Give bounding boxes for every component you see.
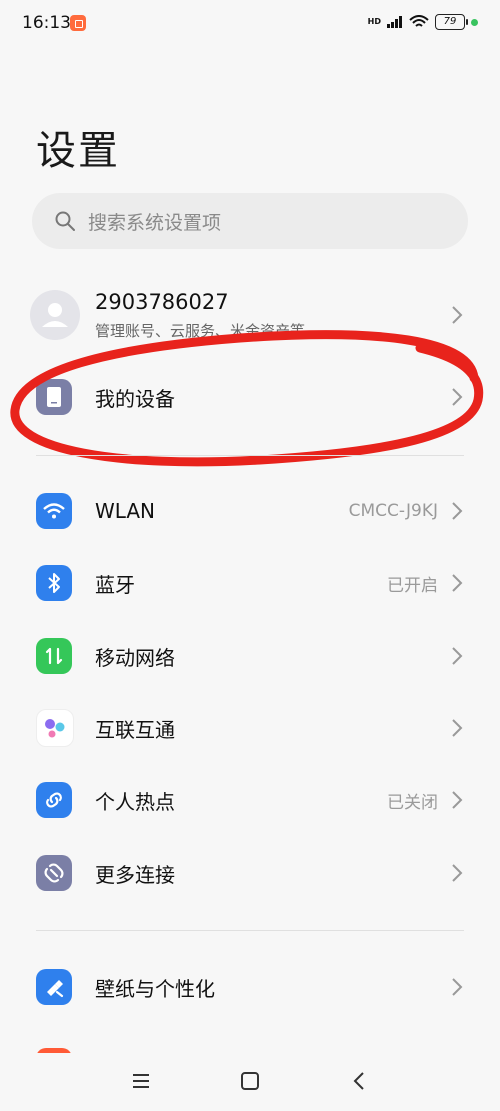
status-bar: 16:13 HD 79 [0,0,500,48]
menu-icon [133,1074,149,1088]
bluetooth-row[interactable]: 蓝牙 已开启 [0,547,500,619]
chevron-right-icon [452,647,463,665]
avatar[interactable] [30,290,80,340]
mobile-network-row[interactable]: 移动网络 [0,620,500,692]
chevron-right-icon [452,791,463,809]
wallpaper-label: 壁纸与个性化 [95,976,215,1001]
interconnect-icon [36,709,74,747]
bluetooth-label: 蓝牙 [95,572,135,597]
account-subtitle: 管理账号、云服务、米金资产等 [95,322,306,340]
hd-badge: HD [367,17,381,26]
section-divider [36,930,464,931]
wlan-value: CMCC-J9KJ [348,501,438,521]
more-connections-row[interactable]: 更多连接 [0,837,500,909]
wallpaper-icon [36,969,72,1005]
more-connections-icon [36,855,72,891]
device-icon [36,379,72,415]
bluetooth-value: 已开启 [387,575,438,596]
more-connections-label: 更多连接 [95,862,175,887]
my-device-row[interactable]: 我的设备 [0,361,500,433]
navigation-bar [0,1053,500,1111]
chevron-right-icon [452,719,463,737]
hotspot-label: 个人热点 [95,789,175,814]
page-title: 设置 [36,128,120,174]
notification-app-icon [70,15,86,31]
battery-icon: 79 [435,14,468,30]
interconnect-row[interactable]: 互联互通 [0,692,500,764]
hotspot-row[interactable]: 个人热点 已关闭 [0,764,500,836]
chevron-right-icon [452,574,463,592]
hotspot-icon [36,782,72,818]
home-icon [241,1072,259,1090]
home-button[interactable] [234,1065,266,1097]
privacy-indicator-icon [471,18,478,26]
chevron-right-icon [452,388,463,406]
avatar-person-icon [42,303,68,327]
chevron-right-icon [452,864,463,882]
status-time: 16:13 [22,13,71,33]
status-indicators: HD 79 [368,14,478,30]
mobile-network-icon [36,638,72,674]
wifi-status-icon [409,15,429,27]
wlan-row[interactable]: WLAN CMCC-J9KJ [0,475,500,547]
my-device-label: 我的设备 [95,386,175,411]
search-icon [55,211,75,231]
account-id: 2903786027 [95,290,229,314]
wlan-label: WLAN [95,499,156,523]
chevron-right-icon [452,502,463,520]
interconnect-label: 互联互通 [95,717,175,742]
mobile-network-label: 移动网络 [95,645,175,670]
hotspot-value: 已关闭 [387,792,438,813]
chevron-right-icon [452,978,463,996]
back-button[interactable] [343,1065,375,1097]
wallpaper-row[interactable]: 壁纸与个性化 [0,951,500,1023]
wifi-icon [36,493,72,529]
menu-button[interactable] [125,1065,157,1097]
section-divider [36,455,464,456]
search-input[interactable]: 搜索系统设置项 [32,193,468,249]
back-icon [353,1072,364,1090]
chevron-right-icon [452,306,463,324]
signal-icon [387,16,402,28]
bluetooth-icon [36,565,72,601]
search-placeholder: 搜索系统设置项 [88,211,222,234]
